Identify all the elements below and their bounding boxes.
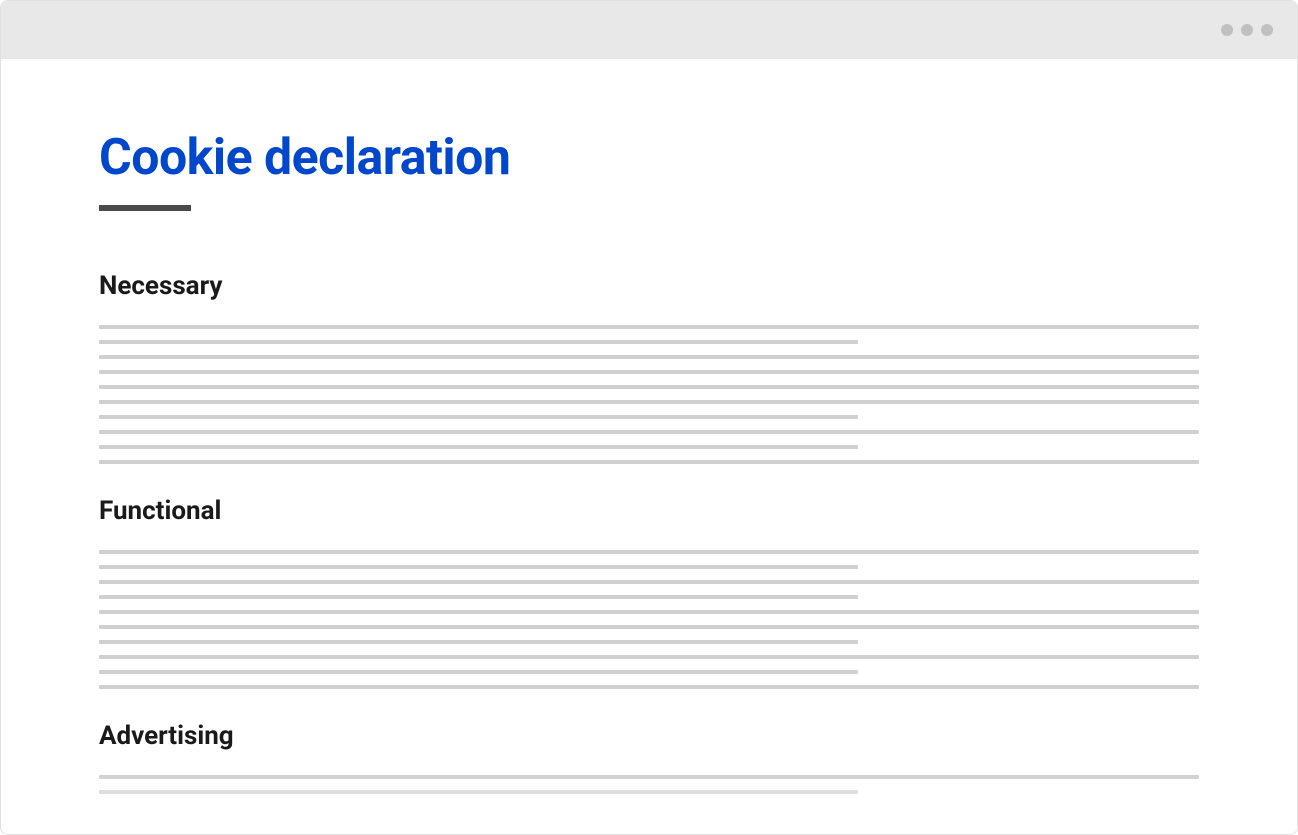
section-functional: Functional <box>99 496 1199 689</box>
placeholder-line <box>99 430 1199 434</box>
placeholder-line <box>99 415 858 419</box>
page-title: Cookie declaration <box>99 129 1199 187</box>
section-heading: Functional <box>99 496 1199 526</box>
title-underline <box>99 205 191 211</box>
content-area: Cookie declaration Necessary Functional <box>1 59 1297 834</box>
browser-frame: Cookie declaration Necessary Functional <box>0 0 1298 835</box>
window-control-dot[interactable] <box>1261 24 1273 36</box>
window-control-dot[interactable] <box>1241 24 1253 36</box>
placeholder-line <box>99 640 858 644</box>
placeholder-line <box>99 445 858 449</box>
section-necessary: Necessary <box>99 271 1199 464</box>
placeholder-line <box>99 565 858 569</box>
section-advertising: Advertising <box>99 721 1199 794</box>
browser-chrome <box>1 1 1297 59</box>
placeholder-line <box>99 550 1199 554</box>
placeholder-line <box>99 655 1199 659</box>
placeholder-line <box>99 370 1199 374</box>
placeholder-line <box>99 400 1199 404</box>
placeholder-line <box>99 355 1199 359</box>
window-control-dot[interactable] <box>1221 24 1233 36</box>
placeholder-line <box>99 340 858 344</box>
placeholder-content <box>99 550 1199 689</box>
placeholder-line <box>99 790 858 794</box>
placeholder-line <box>99 670 858 674</box>
section-heading: Necessary <box>99 271 1199 301</box>
section-heading: Advertising <box>99 721 1199 751</box>
placeholder-line <box>99 325 1199 329</box>
placeholder-line <box>99 460 1199 464</box>
placeholder-line <box>99 595 858 599</box>
placeholder-line <box>99 385 1199 389</box>
placeholder-content <box>99 325 1199 464</box>
placeholder-line <box>99 580 1199 584</box>
placeholder-line <box>99 685 1199 689</box>
placeholder-line <box>99 610 1199 614</box>
placeholder-line <box>99 625 1199 629</box>
placeholder-line <box>99 775 1199 779</box>
placeholder-content <box>99 775 1199 794</box>
